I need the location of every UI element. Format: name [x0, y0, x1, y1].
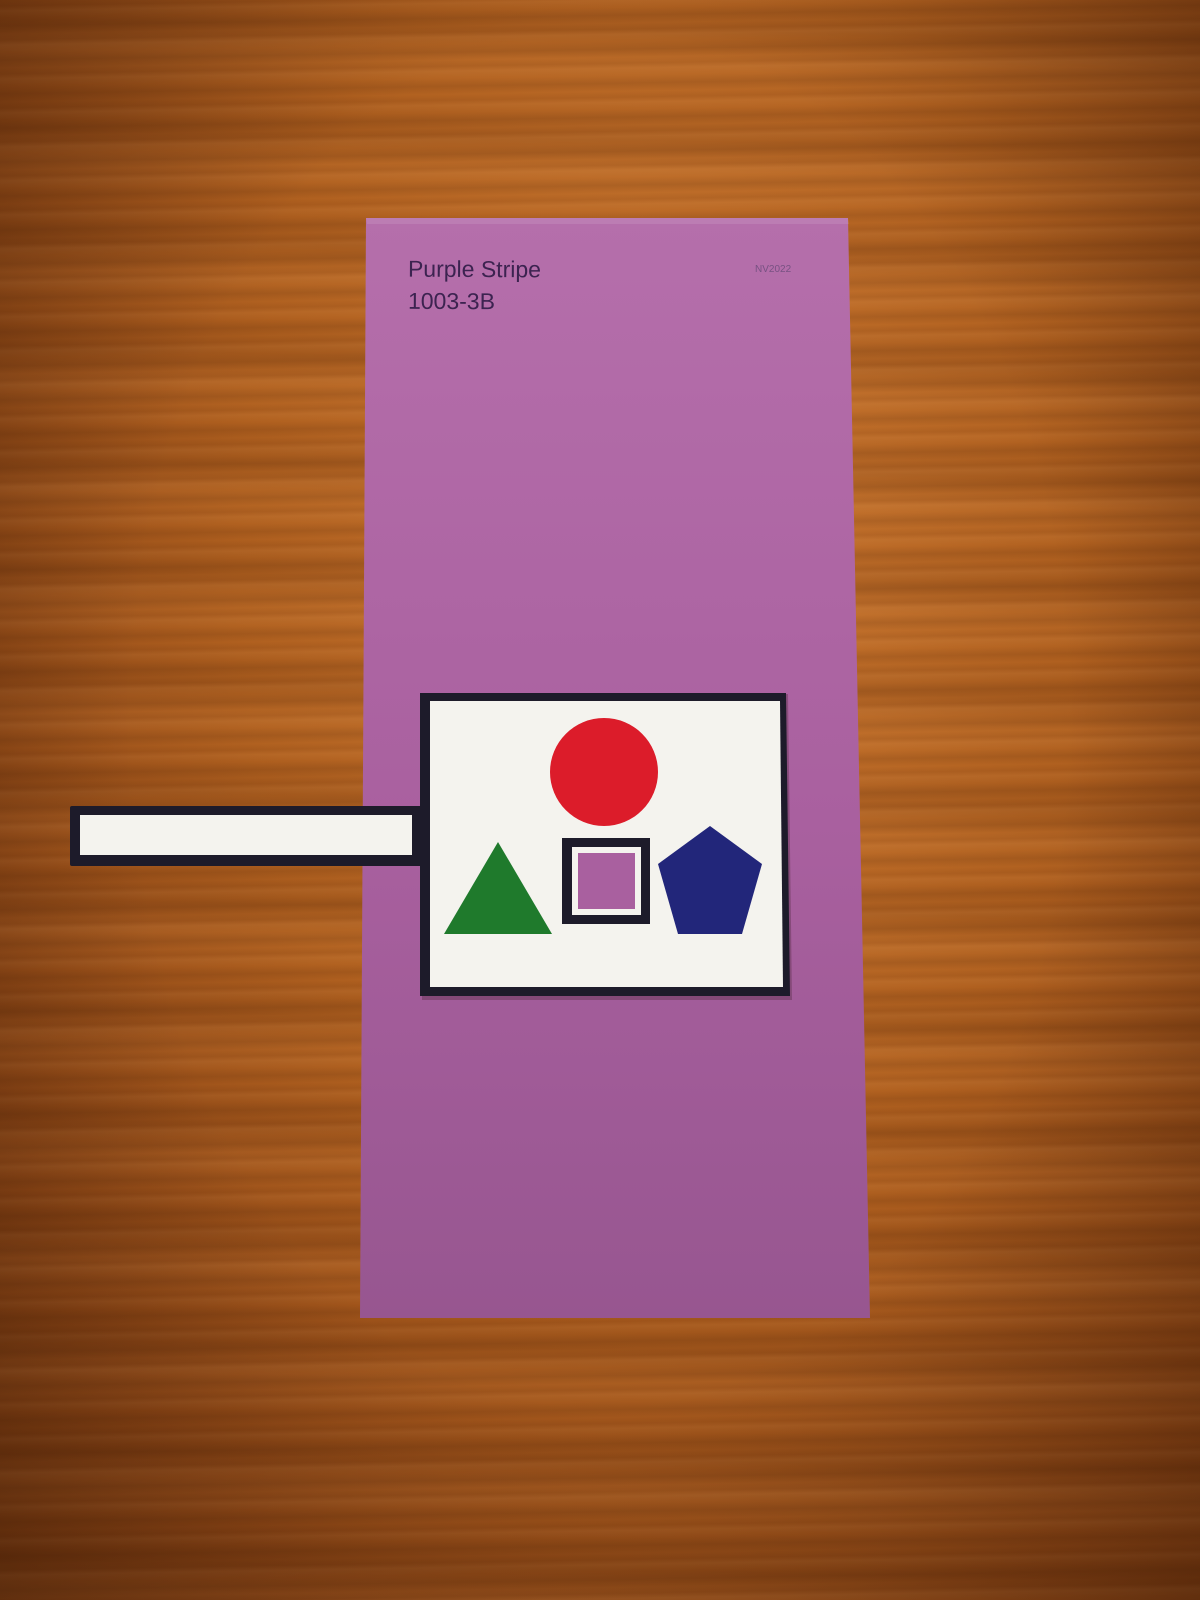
- swatch-card-body: [360, 218, 870, 1318]
- paint-swatch-card: Purple Stripe 1003-3B NV2022: [0, 0, 1200, 1600]
- paint-swatch-card-shape: [360, 218, 870, 1318]
- paint-brand-mark: NV2022: [755, 264, 792, 275]
- paint-color-code: 1003-3B: [407, 287, 496, 315]
- pull-tab-strip[interactable]: [70, 806, 422, 866]
- swatch-card-top-edge: [366, 218, 849, 224]
- pull-tab-shape: [70, 806, 422, 866]
- paint-color-name: Purple Stripe: [407, 255, 542, 283]
- pull-tab-face: [80, 815, 412, 855]
